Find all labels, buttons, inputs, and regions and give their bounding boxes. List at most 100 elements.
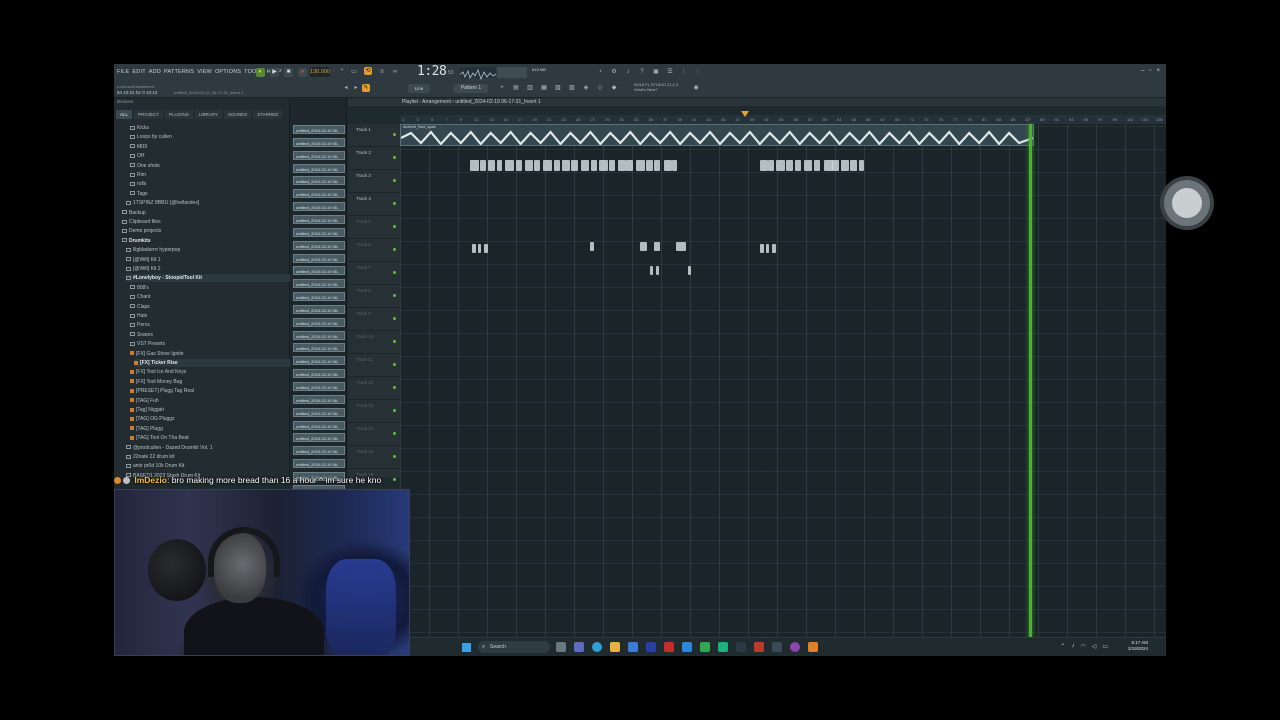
browser-item[interactable]: Tags — [130, 190, 290, 198]
timeline-ruler[interactable]: 1 3 5 7 9 11 13 15 17 19 21 23 25 27 29 31 33 35 37 39 41 43 4… — [400, 115, 1166, 124]
audio-clip-track2[interactable] — [571, 160, 578, 171]
stop-button[interactable]: ■ — [284, 68, 293, 77]
audio-clip-track2[interactable] — [534, 160, 540, 171]
browser-item[interactable]: MIDI — [130, 143, 290, 151]
audio-clip-track2[interactable] — [488, 160, 495, 171]
track-mute-led[interactable] — [393, 455, 396, 458]
play-button[interactable]: ▶ — [270, 68, 279, 77]
audio-clip-track2[interactable] — [516, 160, 522, 171]
audio-clip-track2[interactable] — [814, 160, 820, 171]
clip-source-item[interactable]: untitled_2024-02-19 06- — [293, 369, 345, 379]
audio-clip-track2[interactable] — [636, 160, 645, 171]
app-red-icon[interactable] — [754, 642, 764, 652]
store-icon[interactable] — [628, 642, 638, 652]
pattern-song-toggle[interactable]: ◐ — [256, 68, 265, 77]
track-header[interactable]: Track 13 — [348, 400, 400, 423]
draw-mode-select[interactable]: Line — [408, 84, 430, 93]
app-blue-icon[interactable] — [682, 642, 692, 652]
browser-item[interactable]: [FX] Tool Ice And Keys — [130, 368, 290, 376]
audio-clip-track2[interactable] — [795, 160, 801, 171]
tab-all[interactable]: ALL — [116, 110, 133, 119]
audio-clip-track2[interactable] — [497, 160, 502, 171]
track-header[interactable]: Track 15 — [348, 446, 400, 469]
clip-source-item[interactable]: untitled_2024-02-19 06- — [293, 343, 345, 353]
browser-button-icon[interactable]: ▨ — [568, 84, 576, 92]
playlist-icon[interactable]: ▤ — [512, 84, 520, 92]
pencil-tool-icon[interactable]: ✎ — [362, 84, 370, 92]
mixer-icon[interactable]: ☰ — [666, 68, 674, 76]
battery-icon[interactable]: ▭ — [1102, 643, 1108, 650]
clip-source-item[interactable]: untitled_2024-02-19 06- — [293, 304, 345, 314]
browser-item[interactable]: OH — [130, 152, 290, 160]
edge-icon[interactable] — [592, 642, 602, 652]
clip-source-item[interactable]: untitled_2024-02-19 06- — [293, 150, 345, 160]
clip-source-item[interactable]: untitled_2024-02-19 06- — [293, 227, 345, 237]
track-mute-led[interactable] — [393, 156, 396, 159]
audio-clip-track2[interactable] — [599, 160, 608, 171]
arrow-right-icon[interactable]: ▸ — [352, 84, 360, 92]
tab-project[interactable]: PROJECT — [134, 110, 164, 119]
shield-icon[interactable] — [664, 642, 674, 652]
clip-source-item[interactable]: untitled_2024-02-19 06- — [293, 433, 345, 443]
clip-source-item[interactable]: untitled_2024-02-19 06- — [293, 394, 345, 404]
clip-source-item[interactable]: untitled_2024-02-19 06- — [293, 125, 345, 134]
clock[interactable]: 6:17 AM 2/19/2024 — [1128, 640, 1148, 652]
track-mute-led[interactable] — [393, 133, 396, 136]
menu-view[interactable]: VIEW — [197, 69, 212, 75]
browser-item[interactable]: Claps — [130, 303, 290, 311]
clip-source-item[interactable]: untitled_2024-02-19 06- — [293, 266, 345, 276]
track-mute-led[interactable] — [393, 432, 396, 435]
mixer-button-icon[interactable]: ▧ — [554, 84, 562, 92]
clip-source-item[interactable]: untitled_2024-02-19 06- — [293, 214, 345, 224]
audio-clip-track2[interactable] — [832, 160, 839, 171]
track-header[interactable]: Track 10 — [348, 331, 400, 354]
track-mute-led[interactable] — [393, 271, 396, 274]
channel-rack-button-icon[interactable]: ▦ — [540, 84, 548, 92]
menu-file[interactable]: FILE — [117, 69, 129, 75]
browser-item[interactable]: [PRESET] Plugg Tag Real — [130, 387, 290, 395]
browser-item[interactable]: Clipboard files — [122, 218, 290, 226]
track-header[interactable]: Track 11 — [348, 354, 400, 377]
tab-sounds[interactable]: SOUNDS — [223, 110, 252, 119]
app-l-icon[interactable] — [646, 642, 656, 652]
chevron-up-icon[interactable]: ⌃ — [1060, 643, 1065, 650]
audio-clip-track2[interactable] — [470, 160, 479, 171]
track-header[interactable]: Track 14 — [348, 423, 400, 446]
browser-item[interactable]: Demo projects — [122, 227, 290, 235]
plugin-picker-icon[interactable]: ◈ — [582, 84, 590, 92]
track-mute-led[interactable] — [393, 294, 396, 297]
assistive-touch-button[interactable] — [1164, 180, 1210, 226]
audio-clip-track2[interactable] — [804, 160, 812, 171]
clip-source-item[interactable]: untitled_2024-02-19 06- — [293, 189, 345, 199]
audio-clip-track2[interactable] — [664, 160, 672, 171]
tab-starred[interactable]: STARRED — [253, 110, 283, 119]
close-icon[interactable]: × — [1156, 68, 1160, 74]
browser-item[interactable]: One shots — [130, 162, 290, 170]
browser-item[interactable]: @prodcullen - Dazed Drumkit Vol. 1 — [126, 444, 290, 452]
browser-item[interactable]: [TAG] Plugg — [130, 425, 290, 433]
audio-clip-track2[interactable] — [841, 160, 849, 171]
browser-item[interactable]: [FX] Ticker Rise — [134, 359, 290, 367]
playhead-marker[interactable] — [741, 111, 749, 117]
audio-clip-track2[interactable] — [543, 160, 552, 171]
audio-clip-track3[interactable] — [676, 242, 686, 251]
track-header[interactable]: Track 12 — [348, 377, 400, 400]
browser-item[interactable]: Backup — [122, 209, 290, 217]
maximize-icon[interactable]: ▫ — [1149, 68, 1151, 74]
browser-item[interactable]: Snares — [130, 331, 290, 339]
audio-clip-track3[interactable] — [772, 244, 776, 253]
clip-source-item[interactable]: untitled_2024-02-19 06- — [293, 356, 345, 366]
track-mute-led[interactable] — [393, 317, 396, 320]
browser-item[interactable]: #Lonelyboy - StoopidTool Kit — [126, 274, 290, 283]
browser-item[interactable]: Rim — [130, 171, 290, 179]
audio-clip-track2[interactable] — [760, 160, 768, 171]
track-mute-led[interactable] — [393, 248, 396, 251]
browser-item[interactable]: Percs — [130, 321, 290, 329]
audio-clip-track3[interactable] — [640, 242, 647, 251]
step-edit-icon[interactable]: ≡ — [378, 68, 386, 76]
app-purple-icon[interactable] — [790, 642, 800, 652]
browser-item[interactable]: [TAG] Tool On Tha Beat — [130, 434, 290, 442]
track-mute-led[interactable] — [393, 409, 396, 412]
track-header[interactable]: Track 6 — [348, 239, 400, 262]
clip-source-item[interactable]: untitled_2024-02-19 06- — [293, 420, 345, 430]
